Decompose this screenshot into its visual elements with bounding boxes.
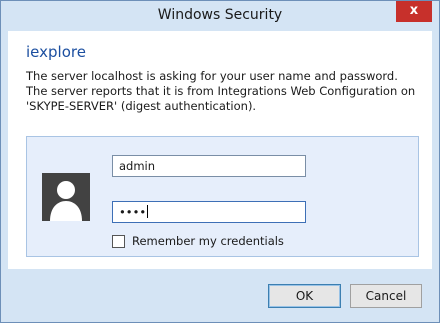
close-button[interactable]: x: [396, 1, 432, 22]
ok-button[interactable]: OK: [268, 284, 341, 308]
user-silhouette-icon: [42, 173, 90, 221]
auth-message: The server localhost is asking for your …: [26, 69, 416, 113]
dialog-content: iexplore The server localhost is asking …: [8, 31, 432, 269]
windows-security-dialog: Windows Security x iexplore The server l…: [0, 0, 440, 323]
username-value: admin: [119, 159, 156, 173]
credential-tile: admin •••• Remember my credentials: [26, 136, 419, 257]
password-value: ••••: [119, 205, 147, 219]
password-field[interactable]: ••••: [112, 201, 306, 223]
remember-checkbox[interactable]: [112, 235, 125, 248]
window-title: Windows Security: [157, 7, 283, 23]
remember-label[interactable]: Remember my credentials: [132, 234, 284, 248]
title-bar[interactable]: Windows Security x: [1, 1, 439, 30]
username-field[interactable]: admin: [112, 155, 306, 177]
text-caret: [147, 205, 149, 218]
cancel-button[interactable]: Cancel: [350, 284, 422, 308]
close-icon: x: [409, 3, 419, 18]
app-name: iexplore: [26, 43, 86, 61]
